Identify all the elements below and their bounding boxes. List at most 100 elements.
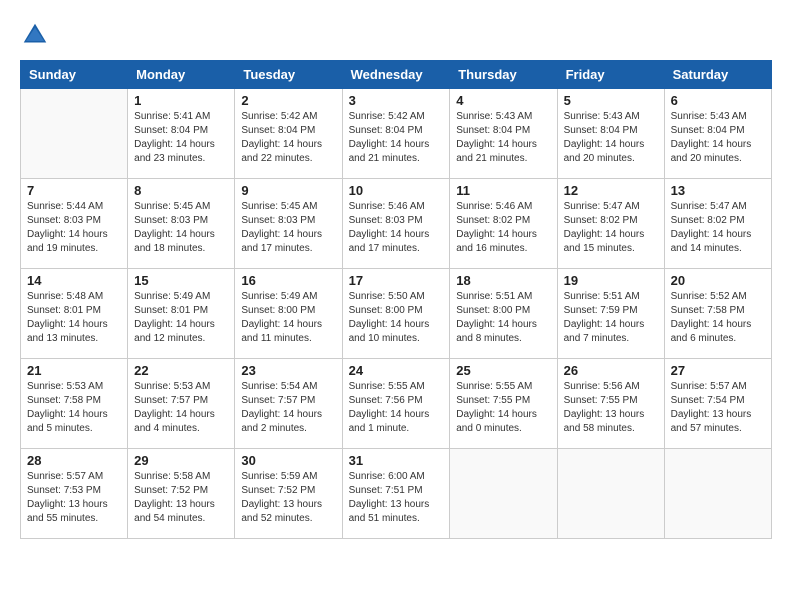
calendar-cell: 19 Sunrise: 5:51 AM Sunset: 7:59 PM Dayli… [557,269,664,359]
cell-info: Sunrise: 5:54 AM Sunset: 7:57 PM Dayligh… [241,380,335,436]
cell-info: Sunrise: 5:42 AM Sunset: 8:04 PM Dayligh… [241,110,335,166]
calendar-cell: 3 Sunrise: 5:42 AM Sunset: 8:04 PM Daylig… [342,89,450,179]
calendar-cell: 14 Sunrise: 5:48 AM Sunset: 8:01 PM Dayli… [21,269,128,359]
day-number: 14 [27,273,121,288]
calendar-week-row: 14 Sunrise: 5:48 AM Sunset: 8:01 PM Dayli… [21,269,772,359]
calendar-cell: 11 Sunrise: 5:46 AM Sunset: 8:02 PM Dayli… [450,179,557,269]
calendar-header-saturday: Saturday [664,61,771,89]
day-number: 6 [671,93,765,108]
day-number: 9 [241,183,335,198]
day-number: 5 [564,93,658,108]
calendar-header-wednesday: Wednesday [342,61,450,89]
cell-info: Sunrise: 5:55 AM Sunset: 7:56 PM Dayligh… [349,380,444,436]
calendar-cell: 29 Sunrise: 5:58 AM Sunset: 7:52 PM Dayli… [128,449,235,539]
cell-info: Sunrise: 5:58 AM Sunset: 7:52 PM Dayligh… [134,470,228,526]
calendar-header-friday: Friday [557,61,664,89]
cell-info: Sunrise: 5:45 AM Sunset: 8:03 PM Dayligh… [134,200,228,256]
calendar-cell: 22 Sunrise: 5:53 AM Sunset: 7:57 PM Dayli… [128,359,235,449]
cell-info: Sunrise: 5:53 AM Sunset: 7:57 PM Dayligh… [134,380,228,436]
day-number: 11 [456,183,550,198]
day-number: 27 [671,363,765,378]
calendar-cell: 9 Sunrise: 5:45 AM Sunset: 8:03 PM Daylig… [235,179,342,269]
calendar-cell: 8 Sunrise: 5:45 AM Sunset: 8:03 PM Daylig… [128,179,235,269]
calendar-header-monday: Monday [128,61,235,89]
calendar-week-row: 7Sunrise: 5:44 AM Sunset: 8:03 PM Daylig… [21,179,772,269]
calendar-cell: 10Sunrise: 5:46 AM Sunset: 8:03 PM Dayli… [342,179,450,269]
day-number: 15 [134,273,228,288]
day-number: 3 [349,93,444,108]
cell-info: Sunrise: 5:52 AM Sunset: 7:58 PM Dayligh… [671,290,765,346]
day-number: 30 [241,453,335,468]
calendar-cell: 6 Sunrise: 5:43 AM Sunset: 8:04 PM Daylig… [664,89,771,179]
calendar-cell: 5 Sunrise: 5:43 AM Sunset: 8:04 PM Daylig… [557,89,664,179]
cell-info: Sunrise: 5:43 AM Sunset: 8:04 PM Dayligh… [671,110,765,166]
cell-info: Sunrise: 5:59 AM Sunset: 7:52 PM Dayligh… [241,470,335,526]
cell-info: Sunrise: 5:43 AM Sunset: 8:04 PM Dayligh… [456,110,550,166]
calendar-header-thursday: Thursday [450,61,557,89]
calendar-header-sunday: Sunday [21,61,128,89]
calendar-header-tuesday: Tuesday [235,61,342,89]
day-number: 28 [27,453,121,468]
day-number: 26 [564,363,658,378]
calendar-cell [450,449,557,539]
cell-info: Sunrise: 5:46 AM Sunset: 8:03 PM Dayligh… [349,200,444,256]
calendar-cell: 18Sunrise: 5:51 AM Sunset: 8:00 PM Dayli… [450,269,557,359]
calendar-cell: 16 Sunrise: 5:49 AM Sunset: 8:00 PM Dayli… [235,269,342,359]
calendar-cell: 27 Sunrise: 5:57 AM Sunset: 7:54 PM Dayli… [664,359,771,449]
cell-info: Sunrise: 5:47 AM Sunset: 8:02 PM Dayligh… [671,200,765,256]
calendar-cell: 24 Sunrise: 5:55 AM Sunset: 7:56 PM Dayli… [342,359,450,449]
calendar-cell: 1 Sunrise: 5:41 AM Sunset: 8:04 PM Daylig… [128,89,235,179]
calendar-cell: 2 Sunrise: 5:42 AM Sunset: 8:04 PM Daylig… [235,89,342,179]
calendar-cell: 12Sunrise: 5:47 AM Sunset: 8:02 PM Dayli… [557,179,664,269]
cell-info: Sunrise: 5:51 AM Sunset: 7:59 PM Dayligh… [564,290,658,346]
cell-info: Sunrise: 5:47 AM Sunset: 8:02 PM Dayligh… [564,200,658,256]
day-number: 2 [241,93,335,108]
day-number: 20 [671,273,765,288]
calendar-cell [664,449,771,539]
day-number: 31 [349,453,444,468]
cell-info: Sunrise: 5:46 AM Sunset: 8:02 PM Dayligh… [456,200,550,256]
day-number: 24 [349,363,444,378]
day-number: 8 [134,183,228,198]
calendar-cell: 25Sunrise: 5:55 AM Sunset: 7:55 PM Dayli… [450,359,557,449]
calendar-cell: 13 Sunrise: 5:47 AM Sunset: 8:02 PM Dayli… [664,179,771,269]
calendar-cell: 31 Sunrise: 6:00 AM Sunset: 7:51 PM Dayli… [342,449,450,539]
cell-info: Sunrise: 5:43 AM Sunset: 8:04 PM Dayligh… [564,110,658,166]
day-number: 25 [456,363,550,378]
day-number: 17 [349,273,444,288]
page-header [20,20,772,50]
cell-info: Sunrise: 5:41 AM Sunset: 8:04 PM Dayligh… [134,110,228,166]
calendar-cell: 20 Sunrise: 5:52 AM Sunset: 7:58 PM Dayli… [664,269,771,359]
cell-info: Sunrise: 5:42 AM Sunset: 8:04 PM Dayligh… [349,110,444,166]
day-number: 18 [456,273,550,288]
day-number: 21 [27,363,121,378]
cell-info: Sunrise: 5:44 AM Sunset: 8:03 PM Dayligh… [27,200,121,256]
calendar-cell: 15Sunrise: 5:49 AM Sunset: 8:01 PM Dayli… [128,269,235,359]
calendar-table: SundayMondayTuesdayWednesdayThursdayFrid… [20,60,772,539]
calendar-cell: 21Sunrise: 5:53 AM Sunset: 7:58 PM Dayli… [21,359,128,449]
calendar-cell [21,89,128,179]
day-number: 16 [241,273,335,288]
cell-info: Sunrise: 5:48 AM Sunset: 8:01 PM Dayligh… [27,290,121,346]
calendar-cell [557,449,664,539]
calendar-cell: 26 Sunrise: 5:56 AM Sunset: 7:55 PM Dayli… [557,359,664,449]
day-number: 19 [564,273,658,288]
logo [20,20,54,50]
day-number: 29 [134,453,228,468]
calendar-cell: 30 Sunrise: 5:59 AM Sunset: 7:52 PM Dayli… [235,449,342,539]
calendar-cell: 28 Sunrise: 5:57 AM Sunset: 7:53 PM Dayli… [21,449,128,539]
calendar-cell: 4Sunrise: 5:43 AM Sunset: 8:04 PM Daylig… [450,89,557,179]
day-number: 22 [134,363,228,378]
cell-info: Sunrise: 5:45 AM Sunset: 8:03 PM Dayligh… [241,200,335,256]
cell-info: Sunrise: 5:56 AM Sunset: 7:55 PM Dayligh… [564,380,658,436]
calendar-cell: 7Sunrise: 5:44 AM Sunset: 8:03 PM Daylig… [21,179,128,269]
cell-info: Sunrise: 5:57 AM Sunset: 7:54 PM Dayligh… [671,380,765,436]
cell-info: Sunrise: 6:00 AM Sunset: 7:51 PM Dayligh… [349,470,444,526]
cell-info: Sunrise: 5:50 AM Sunset: 8:00 PM Dayligh… [349,290,444,346]
day-number: 1 [134,93,228,108]
cell-info: Sunrise: 5:49 AM Sunset: 8:00 PM Dayligh… [241,290,335,346]
cell-info: Sunrise: 5:57 AM Sunset: 7:53 PM Dayligh… [27,470,121,526]
day-number: 13 [671,183,765,198]
calendar-week-row: 1 Sunrise: 5:41 AM Sunset: 8:04 PM Daylig… [21,89,772,179]
calendar-cell: 23Sunrise: 5:54 AM Sunset: 7:57 PM Dayli… [235,359,342,449]
